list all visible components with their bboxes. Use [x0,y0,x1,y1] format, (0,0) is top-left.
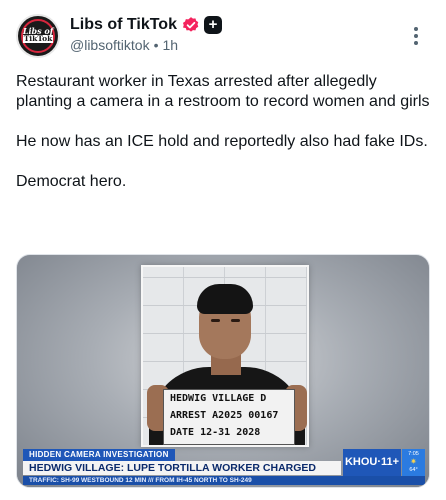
verified-badge-icon [182,17,199,32]
mugshot-hair [197,284,253,314]
placard-line: ARREST A2025 00167 [170,410,279,421]
weather-temp: 64° [409,467,418,473]
post-paragraph: Restaurant worker in Texas arrested afte… [16,73,430,110]
mugshot-eye [231,319,240,322]
more-dot [414,41,418,45]
author-avatar[interactable]: Libs of TikTok [16,14,60,58]
avatar-logo-line2: TikTok [23,34,53,43]
chyron-tag: HIDDEN CAMERA INVESTIGATION [23,449,175,461]
post-paragraph: He now has an ICE hold and reportedly al… [16,133,428,150]
booking-placard: HEDWIG VILLAGE D ARREST A2025 00167 DATE… [163,389,295,445]
post-timestamp[interactable]: 1h [162,37,178,53]
plus-badge-icon: + [203,16,222,34]
post-text: Restaurant worker in Texas arrested afte… [16,72,430,212]
author-meta: @libsoftiktok • 1h [70,37,178,53]
chyron-headline: HEDWIG VILLAGE: LUPE TORTILLA WORKER CHA… [23,461,341,475]
post-paragraph: Democrat hero. [16,173,127,190]
sun-icon: ✷ [410,457,417,466]
channel-logo: KHOU·11+ [343,449,401,476]
more-dot [414,34,418,38]
weather-widget: 7:05 ✷ 64° [402,449,425,476]
author-display-name[interactable]: Libs of TikTok [70,16,177,34]
news-chyron: HIDDEN CAMERA INVESTIGATION HEDWIG VILLA… [23,449,425,485]
author-name-row: Libs of TikTok + [70,15,222,35]
placard-line: DATE 12-31 2028 [170,427,261,438]
mugshot-eye [211,319,220,322]
post-media-image[interactable]: HEDWIG VILLAGE D ARREST A2025 00167 DATE… [16,254,430,488]
post-card: Libs of TikTok Libs of TikTok + @libsoft… [0,0,446,500]
meta-separator: • [153,37,159,53]
avatar-logo: Libs of TikTok [18,27,58,43]
mugshot-image: HEDWIG VILLAGE D ARREST A2025 00167 DATE… [141,265,309,447]
more-dot [414,27,418,31]
author-handle[interactable]: @libsoftiktok [70,37,150,53]
chyron-ticker: TRAFFIC: SH-99 WESTBOUND 12 MIN /// FROM… [23,476,425,485]
more-options-icon[interactable] [406,24,426,48]
placard-line: HEDWIG VILLAGE D [170,393,267,404]
